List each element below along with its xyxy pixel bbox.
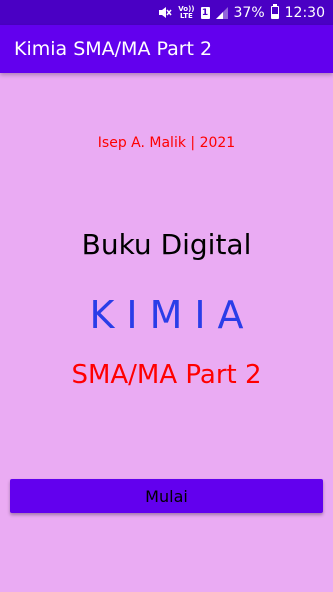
battery-level: [271, 13, 278, 18]
signal-icon: [215, 6, 228, 19]
volte-icon: Vo)) LTE: [178, 5, 194, 20]
edition-label: SMA/MA Part 2: [71, 360, 262, 390]
start-button[interactable]: Mulai: [10, 479, 323, 513]
clock: 12:30: [284, 4, 325, 21]
status-icons: Vo)) LTE 1 37% 12:30: [158, 0, 325, 25]
screen: Vo)) LTE 1 37% 12:30 Kimia SMA/MA Part 2…: [0, 0, 333, 592]
battery-icon: [270, 4, 279, 19]
author-label: Isep A. Malik | 2021: [97, 135, 236, 151]
sim-icon: 1: [200, 6, 210, 19]
subtitle: Buku Digital: [81, 228, 252, 261]
battery-percent: 37%: [233, 4, 265, 21]
volte-line2: LTE: [179, 11, 193, 20]
main-title: KIMIA: [89, 293, 256, 337]
app-title: Kimia SMA/MA Part 2: [14, 38, 213, 60]
app-bar: Kimia SMA/MA Part 2: [0, 25, 333, 73]
mute-icon: [158, 6, 172, 19]
status-bar: Vo)) LTE 1 37% 12:30: [0, 0, 333, 25]
